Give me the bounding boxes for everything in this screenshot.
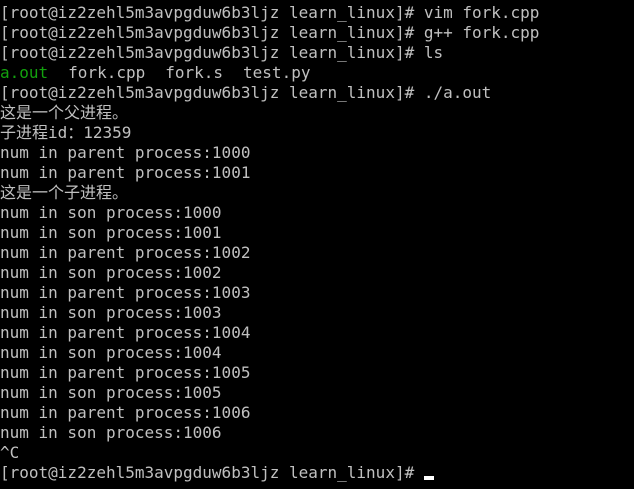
terminal-line: [root@iz2zehl5m3avpgduw6b3ljz learn_linu… [0, 23, 634, 43]
ls-output-line: a.out fork.cpp fork.s test.py [0, 63, 634, 83]
shell-prompt: [root@iz2zehl5m3avpgduw6b3ljz learn_linu… [0, 83, 424, 102]
terminal-line: [root@iz2zehl5m3avpgduw6b3ljz learn_linu… [0, 83, 634, 103]
file-name: test.py [243, 63, 311, 82]
command-text: ls [423, 43, 444, 62]
output-line: num in son process:1003 [0, 303, 222, 322]
command-text: vim fork.cpp [423, 3, 540, 22]
output-line: 这是一个子进程。 [0, 183, 129, 202]
shell-prompt: [root@iz2zehl5m3avpgduw6b3ljz learn_linu… [0, 23, 424, 42]
terminal-line: [root@iz2zehl5m3avpgduw6b3ljz learn_linu… [0, 43, 634, 63]
output-line: num in son process:1006 [0, 423, 222, 442]
file-name: fork.s [165, 63, 224, 82]
output-line: num in son process:1001 [0, 223, 222, 242]
text-cursor [423, 476, 434, 480]
shell-prompt: [root@iz2zehl5m3avpgduw6b3ljz learn_linu… [0, 463, 424, 482]
output-line: num in son process:1000 [0, 203, 222, 222]
output-line: num in son process:1004 [0, 343, 222, 362]
output-line: num in parent process:1004 [0, 323, 251, 342]
terminal-input-line[interactable]: [root@iz2zehl5m3avpgduw6b3ljz learn_linu… [0, 463, 634, 483]
output-line: 这是一个父进程。 [0, 103, 129, 122]
terminal-window[interactable]: [root@iz2zehl5m3avpgduw6b3ljz learn_linu… [0, 0, 634, 489]
output-line: num in parent process:1006 [0, 403, 251, 422]
terminal-line: [root@iz2zehl5m3avpgduw6b3ljz learn_linu… [0, 3, 634, 23]
output-line: num in parent process:1005 [0, 363, 251, 382]
output-line: num in parent process:1002 [0, 243, 251, 262]
file-name: fork.cpp [68, 63, 146, 82]
shell-prompt: [root@iz2zehl5m3avpgduw6b3ljz learn_linu… [0, 3, 424, 22]
output-line: num in parent process:1003 [0, 283, 251, 302]
output-line: num in parent process:1000 [0, 143, 251, 162]
output-line: ^C [0, 443, 20, 462]
command-text: ./a.out [423, 83, 492, 102]
file-executable: a.out [0, 63, 49, 82]
output-line: num in parent process:1001 [0, 163, 251, 182]
command-text: g++ fork.cpp [423, 23, 540, 42]
output-line: num in son process:1005 [0, 383, 222, 402]
output-line: num in son process:1002 [0, 263, 222, 282]
shell-prompt: [root@iz2zehl5m3avpgduw6b3ljz learn_linu… [0, 43, 424, 62]
output-line: 子进程id：12359 [0, 123, 132, 142]
